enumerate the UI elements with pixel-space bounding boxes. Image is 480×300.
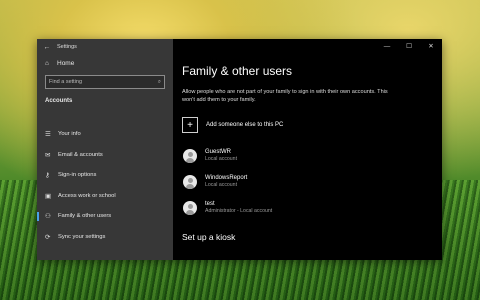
contact-card-icon: ☰ (45, 131, 51, 139)
window-title: Settings (57, 44, 77, 50)
section-heading: Accounts (45, 98, 73, 104)
main-panel: — ☐ ✕ Family & other users Allow people … (173, 39, 442, 260)
briefcase-icon: ▣ (45, 192, 52, 200)
list-item[interactable]: GuestWR Local account (183, 143, 272, 169)
people-icon: ⚇ (45, 213, 51, 221)
sidebar-item-family-other-users[interactable]: ⚇ Family & other users (37, 206, 173, 227)
search-icon[interactable]: ⌕ (158, 79, 161, 86)
back-arrow-icon[interactable]: ← (37, 44, 57, 51)
page-description: Allow people who are not part of your fa… (182, 89, 388, 103)
plus-icon: + (182, 117, 198, 133)
add-user-label: Add someone else to this PC (206, 122, 284, 128)
add-user-button[interactable]: + Add someone else to this PC (182, 117, 283, 133)
sidebar-item-your-info[interactable]: ☰ Your info (37, 124, 173, 145)
home-link[interactable]: ⌂ Home (37, 55, 173, 71)
window-controls: — ☐ ✕ (376, 39, 442, 54)
home-icon: ⌂ (45, 59, 49, 67)
home-label: Home (57, 59, 75, 67)
user-list: GuestWR Local account WindowsReport Loca… (183, 143, 272, 221)
user-name: test (205, 201, 215, 207)
kiosk-heading: Set up a kiosk (182, 232, 236, 242)
maximize-icon[interactable]: ☐ (398, 39, 420, 54)
title-bar: ← Settings (37, 39, 173, 55)
minimize-icon[interactable]: — (376, 39, 398, 54)
user-role: Local account (205, 156, 238, 162)
sidebar-item-label: Family & other users (58, 213, 112, 220)
user-role: Local account (205, 182, 238, 188)
close-icon[interactable]: ✕ (420, 39, 442, 54)
sidebar-item-label: Email & accounts (58, 151, 103, 158)
list-item[interactable]: WindowsReport Local account (183, 169, 272, 195)
avatar-icon (183, 201, 197, 215)
sidebar-item-access-work-school[interactable]: ▣ Access work or school (37, 186, 173, 207)
user-name: GuestWR (205, 149, 232, 155)
user-name: WindowsReport (205, 175, 248, 181)
avatar-icon (183, 175, 197, 189)
sidebar-nav: ☰ Your info ✉ Email & accounts ⚷ Sign-in… (37, 124, 173, 247)
search-placeholder: Find a setting (49, 79, 83, 85)
sidebar-item-label: Sync your settings (58, 233, 106, 240)
envelope-icon: ✉ (45, 151, 51, 159)
sidebar-item-sync-settings[interactable]: ⟳ Sync your settings (37, 227, 173, 248)
sync-icon: ⟳ (45, 233, 51, 241)
user-role: Administrator - Local account (205, 208, 273, 214)
page-title: Family & other users (182, 64, 293, 78)
sidebar-item-sign-in-options[interactable]: ⚷ Sign-in options (37, 165, 173, 186)
sidebar-item-label: Your info (58, 131, 81, 138)
settings-window: ← Settings ⌂ Home Find a setting ⌕ Accou… (37, 39, 442, 260)
sidebar-item-label: Sign-in options (58, 172, 97, 179)
key-icon: ⚷ (45, 172, 50, 180)
sidebar-item-email-accounts[interactable]: ✉ Email & accounts (37, 145, 173, 166)
sidebar: ← Settings ⌂ Home Find a setting ⌕ Accou… (37, 39, 173, 260)
avatar-icon (183, 149, 197, 163)
sidebar-item-label: Access work or school (58, 192, 116, 199)
list-item[interactable]: test Administrator - Local account (183, 195, 272, 221)
search-input[interactable]: Find a setting ⌕ (45, 75, 165, 89)
